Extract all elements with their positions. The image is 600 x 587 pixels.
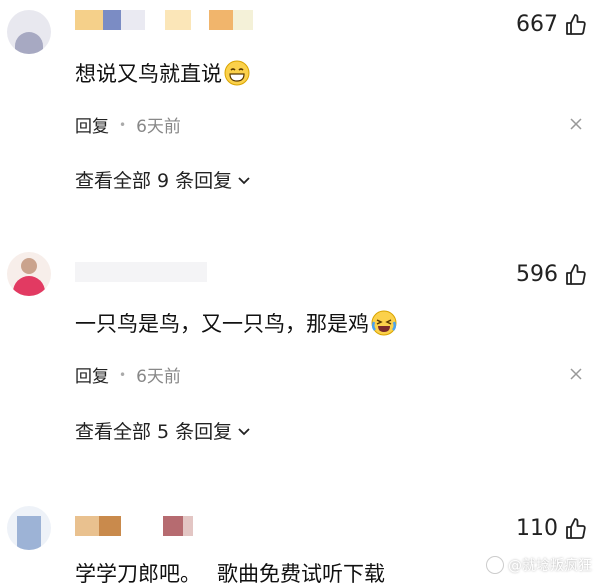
chevron-down-icon — [238, 427, 250, 435]
username-blurred[interactable] — [75, 516, 193, 536]
thumbs-up-icon[interactable] — [564, 517, 588, 541]
comment-text: 一只鸟是鸟，又一只鸟，那是鸡 — [75, 308, 397, 338]
view-all-replies-button[interactable]: 查看全部 9 条回复 — [75, 166, 252, 193]
thumbs-up-icon[interactable] — [564, 263, 588, 287]
like-count[interactable]: 596 — [516, 262, 588, 287]
reply-button[interactable]: 回复 — [75, 112, 109, 137]
watermark-logo-icon — [486, 556, 504, 574]
close-icon[interactable] — [570, 368, 582, 380]
chevron-down-icon — [238, 176, 250, 184]
like-count[interactable]: 667 — [516, 12, 588, 37]
song-link-text[interactable]: 歌曲免费试听下载 — [217, 558, 385, 587]
laugh-cry-emoji — [371, 310, 397, 336]
like-count[interactable]: 110 — [516, 516, 588, 541]
comment-list: 667 想说又鸟就直说 回复 • 6天前 查看全部 9 条回复 596 一只鸟是… — [0, 0, 600, 587]
timestamp: 6天前 — [136, 117, 181, 137]
separator-dot: • — [119, 367, 127, 382]
separator-dot: • — [119, 117, 127, 132]
close-icon[interactable] — [570, 118, 582, 130]
grin-emoji — [224, 60, 250, 86]
username-blurred[interactable] — [75, 10, 253, 30]
avatar[interactable] — [7, 10, 51, 54]
comment-meta: 回复 • 6天前 — [75, 112, 181, 137]
timestamp: 6天前 — [136, 367, 181, 387]
avatar[interactable] — [7, 252, 51, 296]
comment-meta: 回复 • 6天前 — [75, 362, 181, 387]
comment-text: 学学刀郎吧。 歌曲免费试听下载 — [75, 558, 385, 587]
view-all-replies-button[interactable]: 查看全部 5 条回复 — [75, 417, 252, 444]
watermark: @就埝叛疯狂 — [486, 555, 592, 575]
reply-button[interactable]: 回复 — [75, 362, 109, 387]
avatar[interactable] — [7, 506, 51, 550]
comment-text: 想说又鸟就直说 — [75, 58, 250, 88]
thumbs-up-icon[interactable] — [564, 13, 588, 37]
username-blurred[interactable] — [75, 262, 207, 282]
